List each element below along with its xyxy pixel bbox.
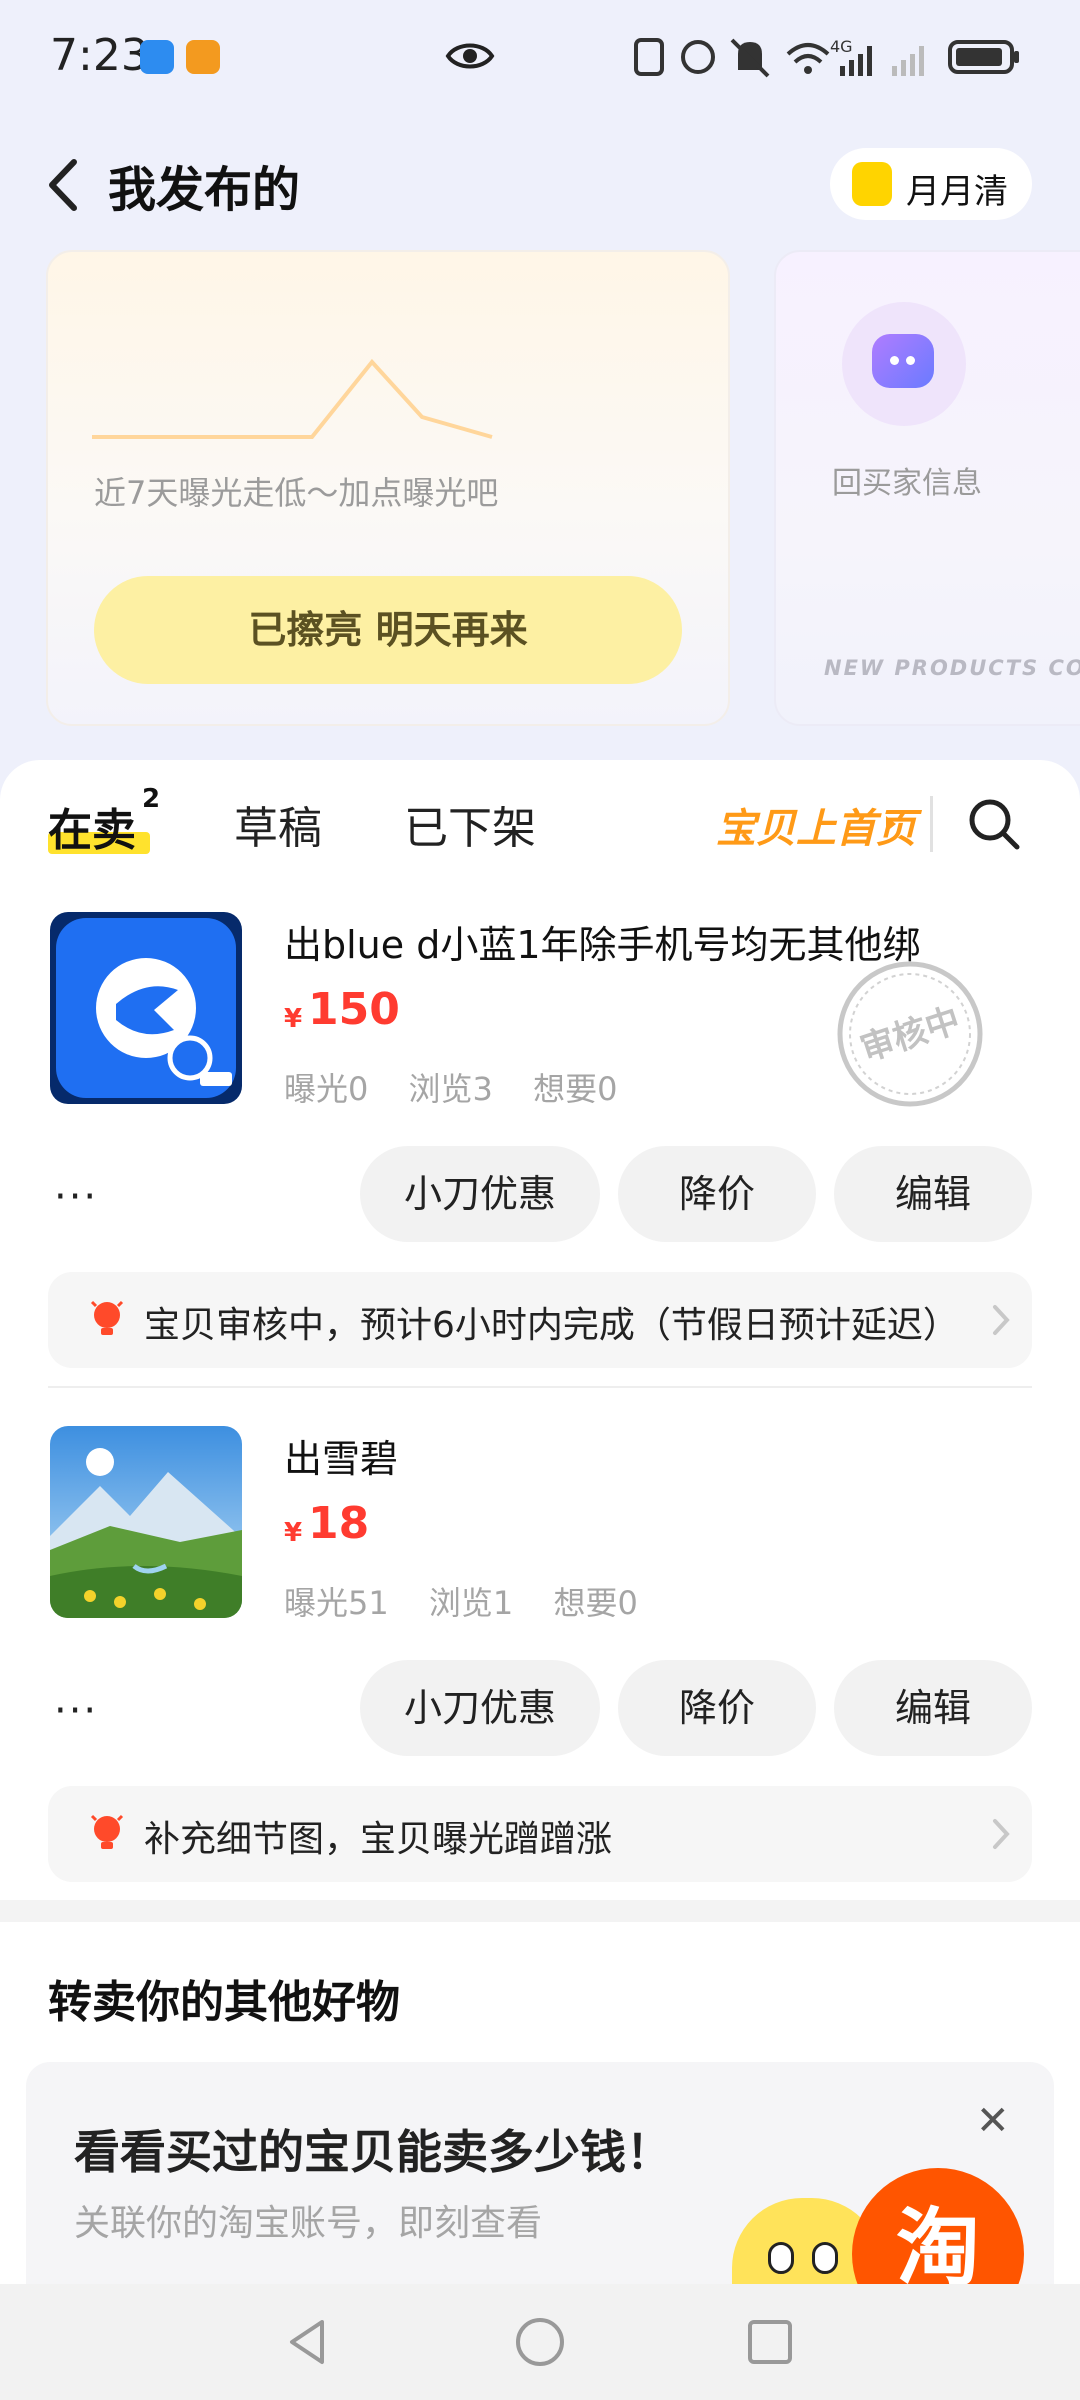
exposure-count: 曝光0 [284, 1070, 369, 1108]
listings-panel: 在卖 2 草稿 已下架 宝贝上首页 出blue d小蓝1年除手机号均无其他绑 ¥… [0, 760, 1080, 1900]
review-tip-bar[interactable]: 宝贝审核中，预计6小时内完成（节假日预计延迟） [48, 1272, 1032, 1368]
vip-label: 月月清 [906, 172, 1008, 212]
listing-item[interactable]: 出blue d小蓝1年除手机号均无其他绑 ¥ 150 曝光0 浏览3 想要0 审… [0, 912, 1080, 1392]
review-tip-text: 宝贝审核中，预计6小时内完成（节假日预计延迟） [144, 1305, 959, 1346]
status-time: 7:23 [50, 30, 149, 81]
item-price: 18 [308, 1498, 370, 1549]
under-review-stamp: 审核中 [837, 961, 983, 1107]
nav-recents-icon[interactable] [744, 2314, 794, 2370]
tab-selling-label: 在卖 [48, 805, 136, 856]
view-count: 浏览3 [408, 1070, 493, 1108]
edit-button[interactable]: 编辑 [834, 1146, 1032, 1242]
photo-tip-bar[interactable]: 补充细节图，宝贝曝光蹭蹭涨 [48, 1786, 1032, 1882]
price-currency: ¥ [284, 1518, 303, 1548]
tab-off-shelf[interactable]: 已下架 [404, 792, 536, 856]
network-type: 4G [830, 37, 853, 56]
view-count: 浏览1 [428, 1584, 514, 1622]
video-app-icon [186, 40, 220, 74]
item-thumbnail[interactable] [50, 912, 242, 1104]
stamp-text: 审核中 [856, 1000, 965, 1070]
item-price: 150 [308, 984, 400, 1035]
want-count: 想要0 [533, 1070, 618, 1108]
polish-button[interactable]: 已擦亮 明天再来 [94, 576, 682, 684]
search-icon[interactable] [966, 796, 1022, 852]
item-thumbnail[interactable] [50, 1426, 242, 1618]
price-currency: ¥ [284, 1004, 303, 1034]
exposure-hint: 近7天曝光走低～加点曝光吧 [94, 474, 499, 512]
divider [930, 796, 933, 852]
reply-buyer-label: 回买家信息 [832, 466, 982, 501]
resell-title: 转卖你的其他好物 [48, 1977, 400, 2028]
tab-draft[interactable]: 草稿 [234, 792, 322, 856]
nav-back-icon[interactable] [282, 2314, 332, 2370]
bargain-discount-button[interactable]: 小刀优惠 [360, 1146, 600, 1242]
lightbulb-icon [90, 1300, 124, 1335]
chat-icon-wrapper [842, 302, 966, 426]
price-drop-button[interactable]: 降价 [618, 1146, 816, 1242]
nav-home-icon[interactable] [512, 2314, 568, 2370]
weather-app-icon [140, 40, 174, 74]
tab-selling-count: 2 [142, 784, 161, 814]
more-options-button[interactable]: ··· [54, 1688, 98, 1734]
edit-button[interactable]: 编辑 [834, 1660, 1032, 1756]
system-nav-bar [0, 2284, 1080, 2400]
listing-item[interactable]: 出雪碧 ¥ 18 曝光51 浏览1 想要0 ··· 小刀优惠 降价 编辑 补充细… [0, 1426, 1080, 1906]
item-stats: 曝光51 浏览1 想要0 [284, 1578, 668, 1624]
chat-bubble-icon [872, 334, 934, 388]
photo-tip-text: 补充细节图，宝贝曝光蹭蹭涨 [144, 1819, 613, 1860]
vip-icon [852, 162, 892, 206]
new-products-banner: NEW PRODUCTS CO [824, 656, 1080, 680]
bargain-discount-button[interactable]: 小刀优惠 [360, 1660, 600, 1756]
close-icon[interactable]: ✕ [976, 2098, 1010, 2144]
promote-arrow-icon [886, 816, 896, 832]
more-options-button[interactable]: ··· [54, 1174, 98, 1220]
chevron-right-icon [993, 1819, 1010, 1849]
status-bar: 7:23 4G [0, 0, 1080, 115]
lightbulb-icon [90, 1814, 124, 1849]
exposure-card: 近7天曝光走低～加点曝光吧 已擦亮 明天再来 [46, 250, 730, 726]
eye-icon [445, 43, 495, 69]
item-stats: 曝光0 浏览3 想要0 [284, 1064, 647, 1110]
promo-subtitle: 关联你的淘宝账号，即刻查看 [74, 2203, 543, 2244]
vip-badge-button[interactable]: 月月清 [830, 148, 1032, 220]
page-title: 我发布的 [108, 162, 301, 218]
section-gap [0, 1900, 1080, 1922]
promo-title: 看看买过的宝贝能卖多少钱！ [74, 2125, 672, 2179]
want-count: 想要0 [553, 1584, 638, 1622]
exposure-trend-chart [92, 358, 493, 439]
exposure-count: 曝光51 [284, 1584, 389, 1622]
price-drop-button[interactable]: 降价 [618, 1660, 816, 1756]
reply-buyer-card[interactable]: 回买家信息 NEW PRODUCTS CO [774, 250, 1080, 726]
system-status-icons: 4G [634, 37, 1019, 78]
back-arrow-icon[interactable] [40, 150, 90, 220]
item-divider [48, 1386, 1032, 1388]
item-title[interactable]: 出雪碧 [284, 1428, 984, 1483]
chevron-right-icon [993, 1305, 1010, 1335]
